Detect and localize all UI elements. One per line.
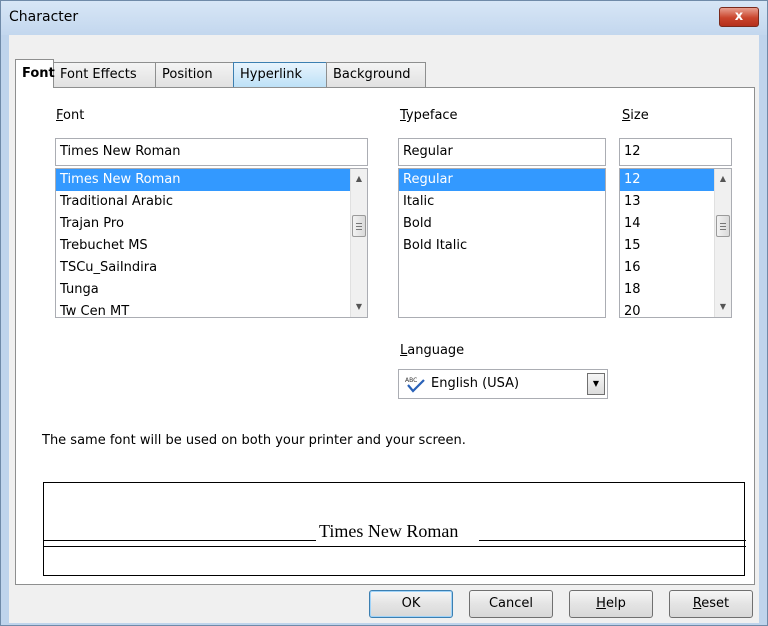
chevron-down-icon[interactable]: ▼	[587, 373, 605, 395]
scroll-thumb[interactable]	[352, 215, 366, 237]
font-name-input[interactable]: Times New Roman	[55, 138, 368, 166]
window-title: Character	[9, 9, 79, 25]
dialog-body: Font Font Effects Position Hyperlink Bac…	[9, 35, 759, 623]
font-name-value: Times New Roman	[60, 144, 181, 159]
tab-label: Font Effects	[60, 67, 137, 82]
typeface-input[interactable]: Regular	[398, 138, 606, 166]
list-item[interactable]: Tw Cen MT	[56, 301, 367, 317]
scroll-up-icon[interactable]: ▲	[351, 171, 367, 187]
preview-baseline	[479, 540, 746, 541]
scroll-up-icon[interactable]: ▲	[715, 171, 731, 187]
size-list-scrollbar[interactable]: ▲ ▼	[714, 169, 731, 317]
tab-label: Hyperlink	[240, 67, 303, 82]
size-value: 12	[624, 144, 641, 159]
list-item[interactable]: Bold Italic	[399, 235, 605, 257]
tab-font-effects[interactable]: Font Effects	[53, 62, 156, 87]
cancel-button[interactable]: Cancel	[469, 590, 553, 618]
size-label: Size	[622, 108, 649, 123]
size-list[interactable]: 12 13 14 15 16 18 20 ▲ ▼	[619, 168, 732, 318]
scroll-down-icon[interactable]: ▼	[715, 299, 731, 315]
list-item[interactable]: Traditional Arabic	[56, 191, 367, 213]
list-item[interactable]: Italic	[399, 191, 605, 213]
close-icon: x	[734, 9, 744, 24]
tab-background[interactable]: Background	[326, 62, 426, 87]
typeface-label: Typeface	[400, 108, 458, 123]
typeface-value: Regular	[403, 144, 453, 159]
font-label: Font	[56, 108, 85, 123]
ok-button[interactable]: OK	[369, 590, 453, 618]
list-item[interactable]: Tunga	[56, 279, 367, 301]
list-item[interactable]: Trebuchet MS	[56, 235, 367, 257]
language-label: Language	[400, 343, 465, 358]
reset-button[interactable]: Reset	[669, 590, 753, 618]
info-text: The same font will be used on both your …	[42, 433, 466, 448]
font-list-scrollbar[interactable]: ▲ ▼	[350, 169, 367, 317]
scroll-thumb[interactable]	[716, 215, 730, 237]
font-preview: Times New Roman	[43, 482, 746, 576]
language-value: English (USA)	[431, 376, 520, 391]
tab-hyperlink[interactable]: Hyperlink	[233, 62, 327, 87]
list-item[interactable]: Times New Roman	[56, 169, 367, 191]
scroll-down-icon[interactable]: ▼	[351, 299, 367, 315]
preview-divider	[44, 546, 746, 547]
character-dialog: Character x Font Font Effects Position H…	[0, 0, 768, 626]
preview-baseline	[44, 540, 316, 541]
svg-text:ABC: ABC	[405, 377, 417, 384]
tab-label: Position	[162, 67, 213, 82]
size-input[interactable]: 12	[619, 138, 732, 166]
tab-position[interactable]: Position	[155, 62, 234, 87]
list-item[interactable]: Bold	[399, 213, 605, 235]
spellcheck-icon: ABC	[405, 377, 425, 393]
list-item[interactable]: Regular	[399, 169, 605, 191]
close-button[interactable]: x	[719, 7, 759, 27]
help-button[interactable]: Help	[569, 590, 653, 618]
tab-label: Font	[22, 66, 55, 81]
list-item[interactable]: Trajan Pro	[56, 213, 367, 235]
preview-text: Times New Roman	[319, 521, 459, 541]
font-list[interactable]: Times New Roman Traditional Arabic Traja…	[55, 168, 368, 318]
tab-label: Background	[333, 67, 411, 82]
typeface-list[interactable]: Regular Italic Bold Bold Italic	[398, 168, 606, 318]
tab-font[interactable]: Font	[15, 59, 55, 88]
list-item[interactable]: TSCu_SaiIndira	[56, 257, 367, 279]
title-bar[interactable]: Character x	[1, 1, 767, 35]
language-select[interactable]: ABC English (USA) ▼	[398, 369, 608, 399]
